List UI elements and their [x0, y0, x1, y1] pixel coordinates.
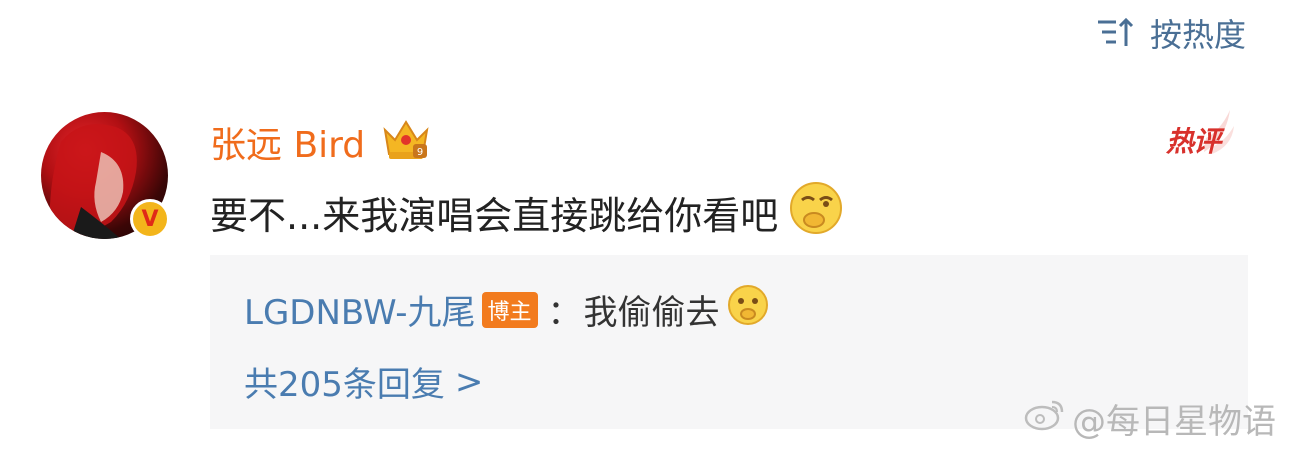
reply-text: 我偷偷去 [583, 293, 720, 333]
sort-by-hot-button[interactable]: 按热度 [1096, 10, 1246, 56]
hot-comment-tag: 热评 [1166, 108, 1236, 158]
reply-separator: ： [547, 293, 582, 333]
comment-header: 张远 Bird 9 [210, 116, 433, 168]
view-all-replies-link[interactable]: 共205条回复 > [244, 357, 483, 406]
reply-username[interactable]: LGDNBW-九尾 [244, 285, 476, 334]
watermark-text: @每日星物语 [1072, 402, 1276, 442]
blogger-badge: 博主 [481, 291, 538, 328]
watermark: @每日星物语 [1024, 394, 1276, 443]
comment-text: 要不...来我演唱会直接跳给你看吧 [210, 194, 779, 238]
sort-icon [1096, 16, 1136, 50]
comment-body: 要不...来我演唱会直接跳给你看吧 [210, 180, 844, 245]
svg-text:9: 9 [417, 147, 423, 158]
hot-comment-label: 热评 [1166, 125, 1221, 158]
sneaky-emoji-icon [726, 283, 770, 336]
avatar[interactable]: V [41, 112, 170, 239]
crown-icon: 9 [379, 116, 433, 168]
reply-item: LGDNBW-九尾 博主 ： 我偷偷去 [244, 283, 770, 336]
comment-username[interactable]: 张远 Bird [210, 116, 365, 168]
chevron-right-icon: > [454, 361, 484, 402]
sort-label: 按热度 [1149, 16, 1246, 54]
thinking-emoji-icon [788, 180, 844, 245]
weibo-logo-icon [1024, 396, 1066, 441]
verified-badge: V [130, 199, 170, 239]
reply-count-label: 共205条回复 [244, 365, 445, 405]
